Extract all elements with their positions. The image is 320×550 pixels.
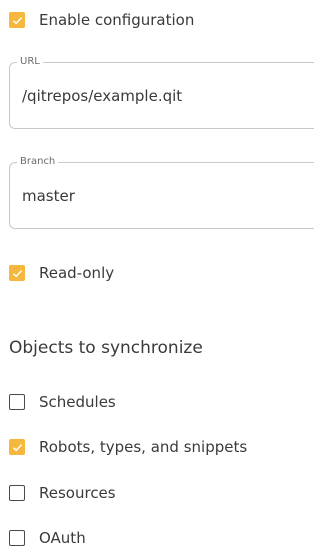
enable-configuration-label: Enable configuration <box>39 11 195 29</box>
read-only-label: Read-only <box>39 264 115 282</box>
url-field[interactable]: URL /qitrepos/example.qit <box>9 56 314 129</box>
resources-label: Resources <box>39 484 116 502</box>
checkmark-icon <box>12 443 22 451</box>
object-item-resources[interactable]: Resources <box>9 483 116 503</box>
url-input[interactable]: /qitrepos/example.qit <box>22 87 182 105</box>
checkmark-icon <box>12 269 22 277</box>
enable-configuration-checkbox[interactable] <box>9 12 25 28</box>
checkmark-icon <box>12 16 22 24</box>
read-only-checkbox[interactable] <box>9 265 25 281</box>
branch-field-legend: Branch <box>17 156 59 168</box>
objects-section-title: Objects to synchronize <box>9 338 203 358</box>
branch-input[interactable]: master <box>22 187 75 205</box>
robots-types-snippets-label: Robots, types, and snippets <box>39 438 248 456</box>
oauth-checkbox[interactable] <box>9 530 25 546</box>
branch-field[interactable]: Branch master <box>9 156 314 229</box>
oauth-label: OAuth <box>39 529 86 547</box>
enable-configuration-checkbox-row[interactable]: Enable configuration <box>9 10 194 30</box>
resources-checkbox[interactable] <box>9 485 25 501</box>
url-field-legend: URL <box>17 56 43 68</box>
object-item-robots-types-snippets[interactable]: Robots, types, and snippets <box>9 437 247 457</box>
schedules-label: Schedules <box>39 393 116 411</box>
object-item-schedules[interactable]: Schedules <box>9 392 116 412</box>
read-only-checkbox-row[interactable]: Read-only <box>9 263 114 283</box>
robots-types-snippets-checkbox[interactable] <box>9 439 25 455</box>
schedules-checkbox[interactable] <box>9 394 25 410</box>
object-item-oauth[interactable]: OAuth <box>9 528 86 548</box>
